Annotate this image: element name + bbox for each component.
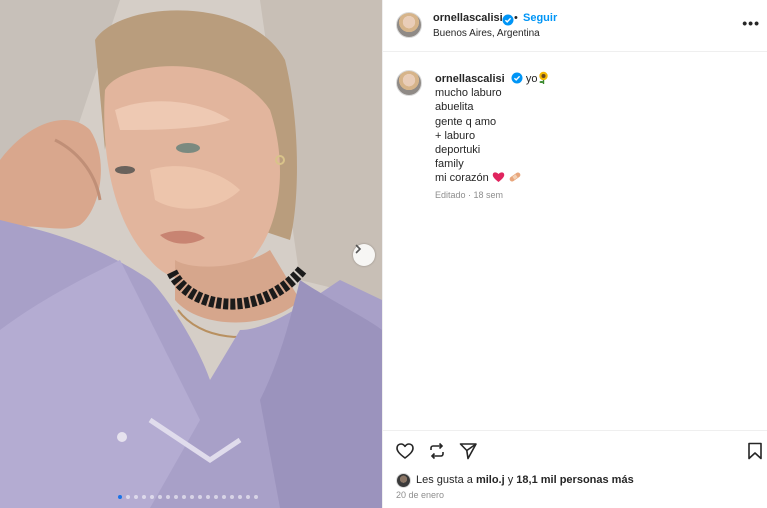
verified-badge-icon	[499, 11, 514, 29]
post-actions	[383, 430, 767, 468]
carousel-dot	[198, 495, 202, 499]
caption-line: family	[435, 158, 464, 171]
post-date[interactable]: 20 de enero	[396, 490, 444, 500]
sunflower-emoji-icon	[539, 71, 549, 84]
caption-username[interactable]: ornellascalisi	[435, 73, 505, 85]
likes-summary[interactable]: Les gusta a milo.j y 18,1 mil personas m…	[396, 471, 634, 489]
carousel-dot	[182, 495, 186, 499]
caption-line: gente q amo	[435, 115, 497, 128]
heart-icon[interactable]	[395, 441, 415, 461]
chevron-right-icon	[355, 244, 362, 254]
carousel-dot	[142, 495, 146, 499]
carousel-indicators	[0, 495, 382, 499]
liker-avatar	[396, 472, 411, 488]
send-icon[interactable]	[458, 441, 478, 461]
carousel-dot	[206, 495, 210, 499]
follow-button[interactable]: Seguir	[523, 12, 557, 24]
liker-username[interactable]: milo.j	[476, 474, 505, 486]
caption-author-avatar[interactable]	[396, 70, 422, 96]
carousel-dot	[174, 495, 178, 499]
caption-line: abuelita	[435, 101, 474, 114]
carousel-dot	[150, 495, 154, 499]
post-photo[interactable]	[0, 0, 382, 508]
carousel-dot	[230, 495, 234, 499]
carousel-dot	[214, 495, 218, 499]
post-header: ornellascalisi • Seguir Buenos Aires, Ar…	[383, 0, 767, 52]
caption-meta: Editado · 18 sem	[435, 190, 504, 200]
verified-badge-icon	[511, 72, 523, 84]
likes-others[interactable]: 18,1 mil personas más	[516, 474, 633, 486]
caption-line: deportuki	[435, 144, 481, 157]
post-location[interactable]: Buenos Aires, Argentina	[433, 28, 540, 39]
caption-last-line: mi corazón	[435, 171, 550, 185]
carousel-dot	[190, 495, 194, 499]
post-sidebar: ornellascalisi • Seguir Buenos Aires, Ar…	[382, 0, 767, 508]
author-avatar[interactable]	[396, 12, 422, 38]
likes-joiner: y	[507, 474, 514, 486]
caption-line: mucho laburo	[435, 87, 502, 100]
carousel-dot	[222, 495, 226, 499]
bookmark-icon[interactable]	[745, 441, 765, 461]
carousel-dot	[118, 495, 122, 499]
portrait-image	[0, 0, 382, 508]
author-username[interactable]: ornellascalisi	[433, 12, 503, 24]
caption-line: + laburo	[435, 129, 476, 142]
bandage-emoji-icon	[509, 172, 521, 182]
repost-icon[interactable]	[427, 441, 447, 461]
carousel-dot	[134, 495, 138, 499]
carousel-dot	[238, 495, 242, 499]
carousel-dot	[126, 495, 130, 499]
carousel-dot	[158, 495, 162, 499]
carousel-next-button[interactable]	[353, 244, 375, 266]
more-horizontal-icon[interactable]: •••	[742, 15, 760, 31]
red-heart-emoji-icon	[492, 172, 505, 183]
carousel-dot	[254, 495, 258, 499]
caption-line: mi corazón	[435, 172, 489, 185]
likes-prefix: Les gusta a	[416, 474, 473, 486]
caption-first-line: yo	[525, 73, 538, 85]
carousel-dot	[246, 495, 250, 499]
separator: •	[514, 12, 518, 24]
carousel-dot	[166, 495, 170, 499]
